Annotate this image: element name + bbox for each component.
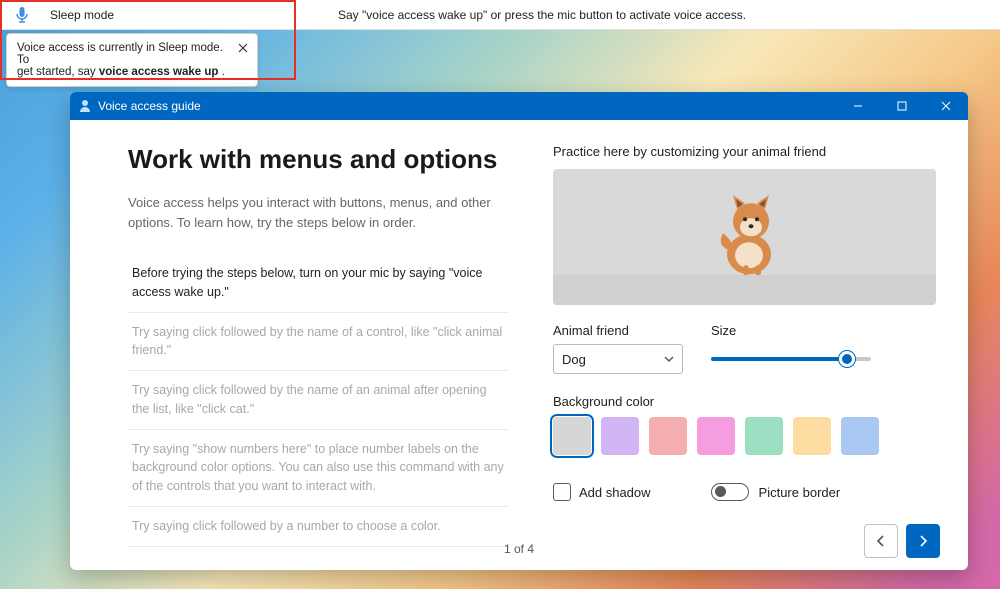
picture-border-label: Picture border: [759, 485, 841, 500]
color-swatch-5[interactable]: [793, 417, 831, 455]
add-shadow-checkbox[interactable]: [553, 483, 571, 501]
mic-button[interactable]: [8, 1, 36, 29]
prev-button[interactable]: [864, 524, 898, 558]
close-icon: [941, 101, 951, 111]
page-indicator: 1 of 4: [504, 542, 534, 556]
step-1: Before trying the steps below, turn on y…: [128, 254, 509, 313]
steps-list: Before trying the steps below, turn on y…: [128, 254, 509, 547]
picture-border-toggle[interactable]: [711, 483, 749, 501]
tooltip-close-button[interactable]: [235, 40, 251, 56]
color-swatches: [553, 417, 936, 455]
practice-canvas: [553, 169, 936, 305]
step-4: Try saying "show numbers here" to place …: [128, 430, 509, 507]
color-swatch-2[interactable]: [649, 417, 687, 455]
voice-status-chip: Sleep mode: [40, 6, 124, 24]
animal-friend-label: Animal friend: [553, 323, 683, 338]
practice-title: Practice here by customizing your animal…: [553, 144, 936, 159]
color-swatch-4[interactable]: [745, 417, 783, 455]
right-pane: Practice here by customizing your animal…: [537, 120, 968, 570]
chevron-down-icon: [664, 356, 674, 362]
window-controls: [836, 92, 968, 120]
close-button[interactable]: [924, 92, 968, 120]
step-2: Try saying click followed by the name of…: [128, 313, 509, 372]
color-swatch-1[interactable]: [601, 417, 639, 455]
size-slider[interactable]: [711, 344, 871, 374]
step-3: Try saying click followed by the name of…: [128, 371, 509, 430]
animal-friend-dropdown[interactable]: Dog: [553, 344, 683, 374]
window-titlebar[interactable]: Voice access guide: [70, 92, 968, 120]
minimize-icon: [853, 101, 863, 111]
maximize-button[interactable]: [880, 92, 924, 120]
maximize-icon: [897, 101, 907, 111]
minimize-button[interactable]: [836, 92, 880, 120]
add-shadow-label: Add shadow: [579, 485, 651, 500]
page-title: Work with menus and options: [128, 144, 509, 175]
step-5: Try saying click followed by a number to…: [128, 507, 509, 547]
size-label: Size: [711, 323, 936, 338]
tooltip-line2c: .: [218, 66, 224, 78]
color-swatch-0[interactable]: [553, 417, 591, 455]
background-color-label: Background color: [553, 394, 936, 409]
left-pane: Work with menus and options Voice access…: [70, 120, 537, 570]
app-icon: [78, 99, 92, 113]
window-title: Voice access guide: [98, 99, 201, 113]
tooltip-line1: Voice access is currently in Sleep mode.…: [17, 42, 223, 66]
tooltip-line2a: get started, say: [17, 66, 99, 78]
chevron-right-icon: [918, 535, 928, 547]
color-swatch-6[interactable]: [841, 417, 879, 455]
slider-thumb[interactable]: [839, 351, 855, 367]
voice-access-bar: Sleep mode Say "voice access wake up" or…: [0, 0, 1000, 30]
mic-icon: [15, 6, 29, 24]
color-swatch-3[interactable]: [697, 417, 735, 455]
close-icon: [238, 43, 248, 53]
tooltip-line2b: voice access wake up: [99, 66, 219, 78]
sleep-mode-tooltip: Voice access is currently in Sleep mode.…: [6, 33, 258, 87]
voice-hint-text: Say "voice access wake up" or press the …: [124, 8, 1000, 22]
animal-friend-value: Dog: [562, 352, 586, 367]
intro-text: Voice access helps you interact with but…: [128, 193, 509, 232]
next-button[interactable]: [906, 524, 940, 558]
chevron-left-icon: [876, 535, 886, 547]
animal-image: [699, 179, 789, 284]
voice-access-guide-window: Voice access guide Work with menus and o…: [70, 92, 968, 570]
